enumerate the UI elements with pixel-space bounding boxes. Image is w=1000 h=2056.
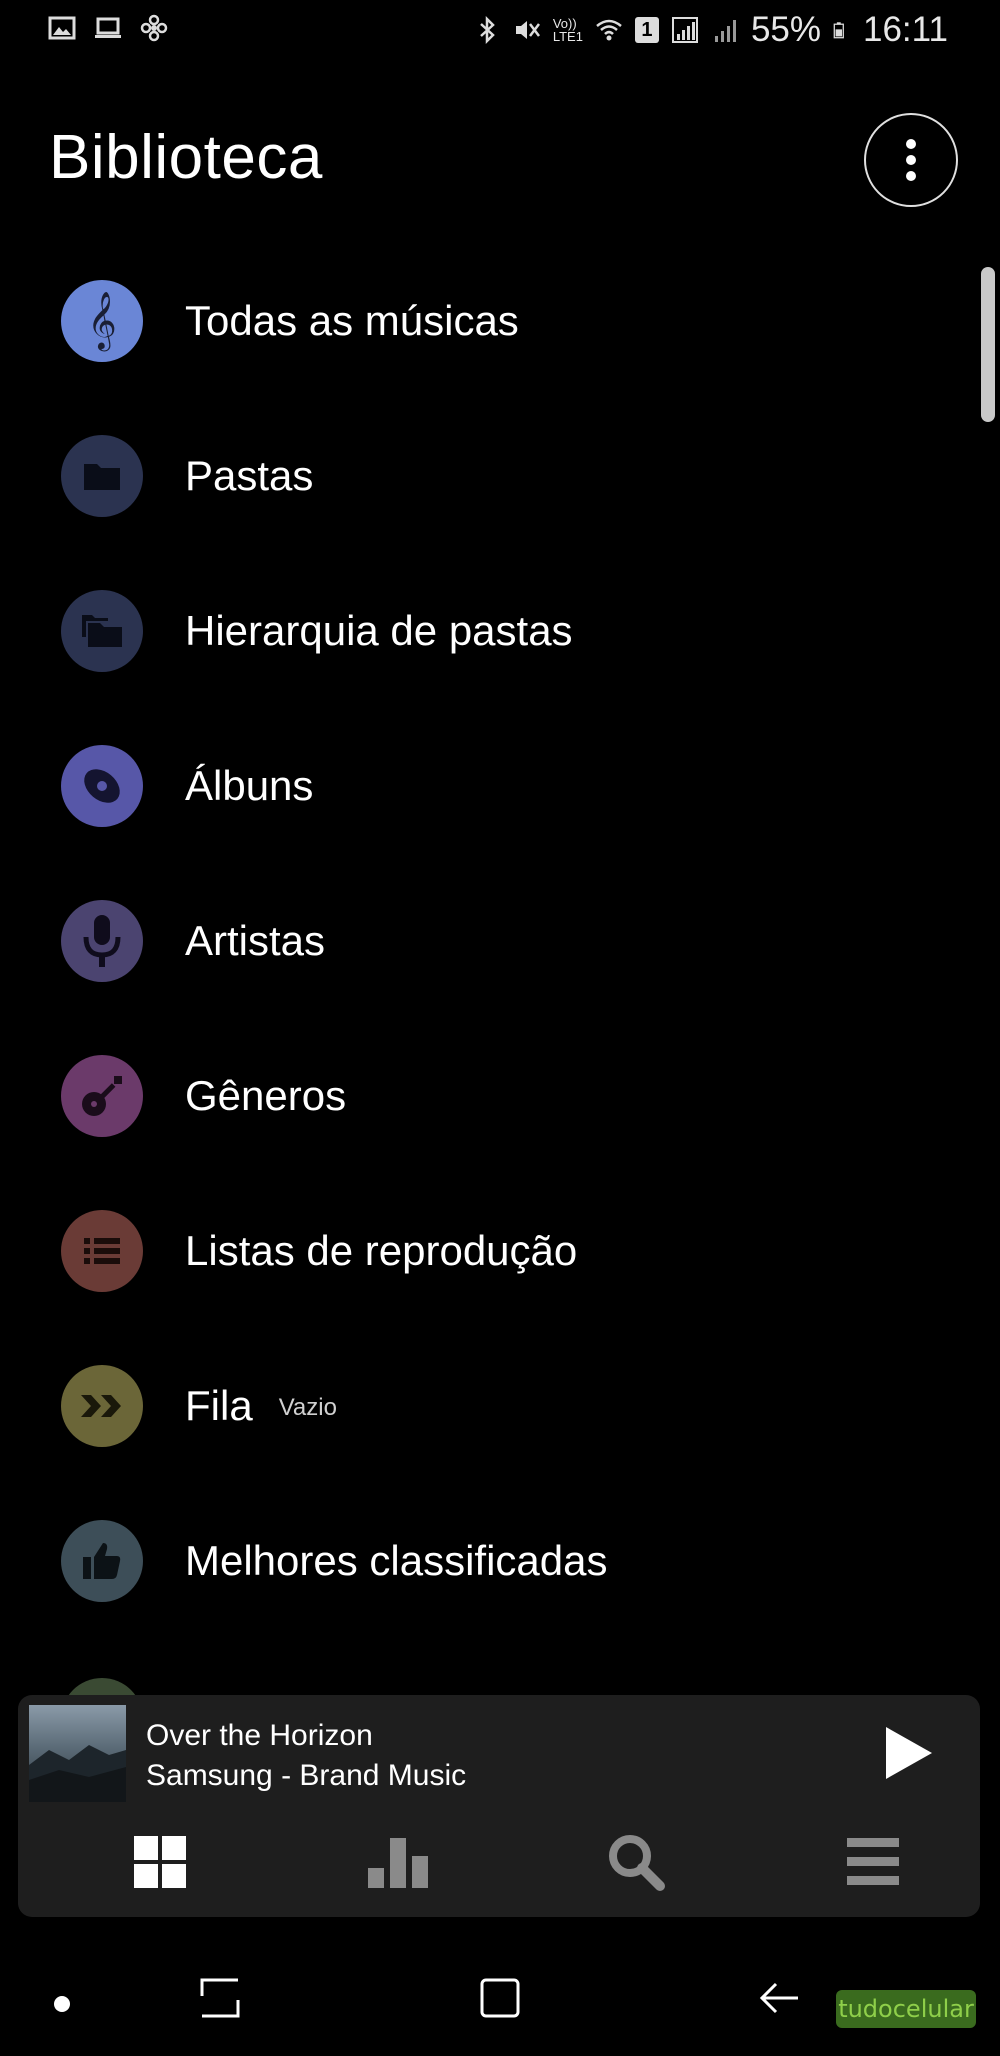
play-button[interactable]: [880, 1723, 936, 1783]
laptop-notification-icon: [95, 17, 121, 38]
fan-notification-icon: [140, 14, 168, 42]
bottom-tabs: [18, 1815, 980, 1915]
folder-icon: [61, 434, 143, 517]
signal-icon: [671, 17, 698, 43]
library-item-label: Hierarquia de pastas: [185, 606, 573, 654]
mini-player[interactable]: Over the Horizon Samsung - Brand Music: [18, 1695, 980, 1917]
queue-status: Vazio: [278, 1394, 337, 1422]
recent-apps-icon[interactable]: [198, 1976, 242, 2020]
library-item-artists[interactable]: Artistas: [0, 863, 960, 1018]
back-icon[interactable]: [758, 1976, 802, 2020]
home-icon[interactable]: [478, 1976, 522, 2020]
library-item-genres[interactable]: Gêneros: [0, 1018, 960, 1173]
thumbs-up-icon: [61, 1519, 143, 1602]
folder-hierarchy-icon: [61, 589, 143, 672]
queue-icon: [61, 1364, 143, 1447]
library-item-label: Artistas: [185, 916, 326, 964]
watermark-logo: tudocelular: [836, 1990, 976, 2028]
library-item-label: Gêneros: [185, 1071, 347, 1119]
library-item-label: Listas de reprodução: [185, 1226, 578, 1274]
guitar-icon: [61, 1054, 143, 1137]
treble-clef-icon: 𝄞: [61, 279, 143, 362]
mute-icon: [515, 21, 540, 39]
library-item-playlists[interactable]: Listas de reprodução: [0, 1173, 960, 1328]
menu-icon[interactable]: [838, 1827, 908, 1897]
nav-dot-icon[interactable]: [54, 1996, 70, 2012]
sim-indicator: 1: [634, 17, 659, 43]
scrollbar[interactable]: [981, 267, 995, 422]
library-item-label: Todas as músicas: [185, 296, 519, 344]
library-item-queue[interactable]: Fila Vazio: [0, 1328, 960, 1483]
album-art[interactable]: [29, 1705, 126, 1802]
library-item-label: Álbuns: [185, 761, 314, 809]
signal-secondary-icon: [714, 20, 736, 42]
wifi-icon: [596, 19, 622, 41]
library-grid-icon[interactable]: [125, 1827, 195, 1897]
battery-icon: [833, 22, 844, 39]
queue-label: Fila: [185, 1381, 253, 1429]
microphone-icon: [61, 899, 143, 982]
charts-icon[interactable]: [363, 1827, 433, 1897]
library-item-label: Melhores classificadas: [185, 1536, 608, 1584]
more-vert-icon: [906, 139, 916, 181]
library-item-label: Fila Vazio: [185, 1382, 337, 1430]
gallery-notification-icon: [48, 16, 76, 40]
page-title: Biblioteca: [49, 123, 323, 192]
library-item-top-rated[interactable]: Melhores classificadas: [0, 1483, 960, 1638]
album-disc-icon: [61, 744, 143, 827]
status-bar: Vo)) LTE1 1 55% 16:11: [0, 0, 1000, 60]
playlist-icon: [61, 1209, 143, 1292]
more-options-button[interactable]: [864, 113, 958, 207]
library-item-folder-hierarchy[interactable]: Hierarquia de pastas: [0, 553, 960, 708]
library-item-label: Pastas: [185, 451, 314, 499]
search-icon[interactable]: [601, 1827, 671, 1897]
track-artist: Samsung - Brand Music: [146, 1759, 467, 1792]
volte-indicator: Vo)) LTE1: [552, 16, 583, 44]
library-item-folders[interactable]: Pastas: [0, 398, 960, 553]
library-item-albums[interactable]: Álbuns: [0, 708, 960, 863]
library-item-all-songs[interactable]: 𝄞 Todas as músicas: [0, 243, 960, 398]
track-title: Over the Horizon: [146, 1719, 373, 1752]
clock: 16:11: [863, 10, 948, 49]
battery-percent: 55%: [750, 10, 821, 49]
bluetooth-icon: [479, 16, 495, 44]
